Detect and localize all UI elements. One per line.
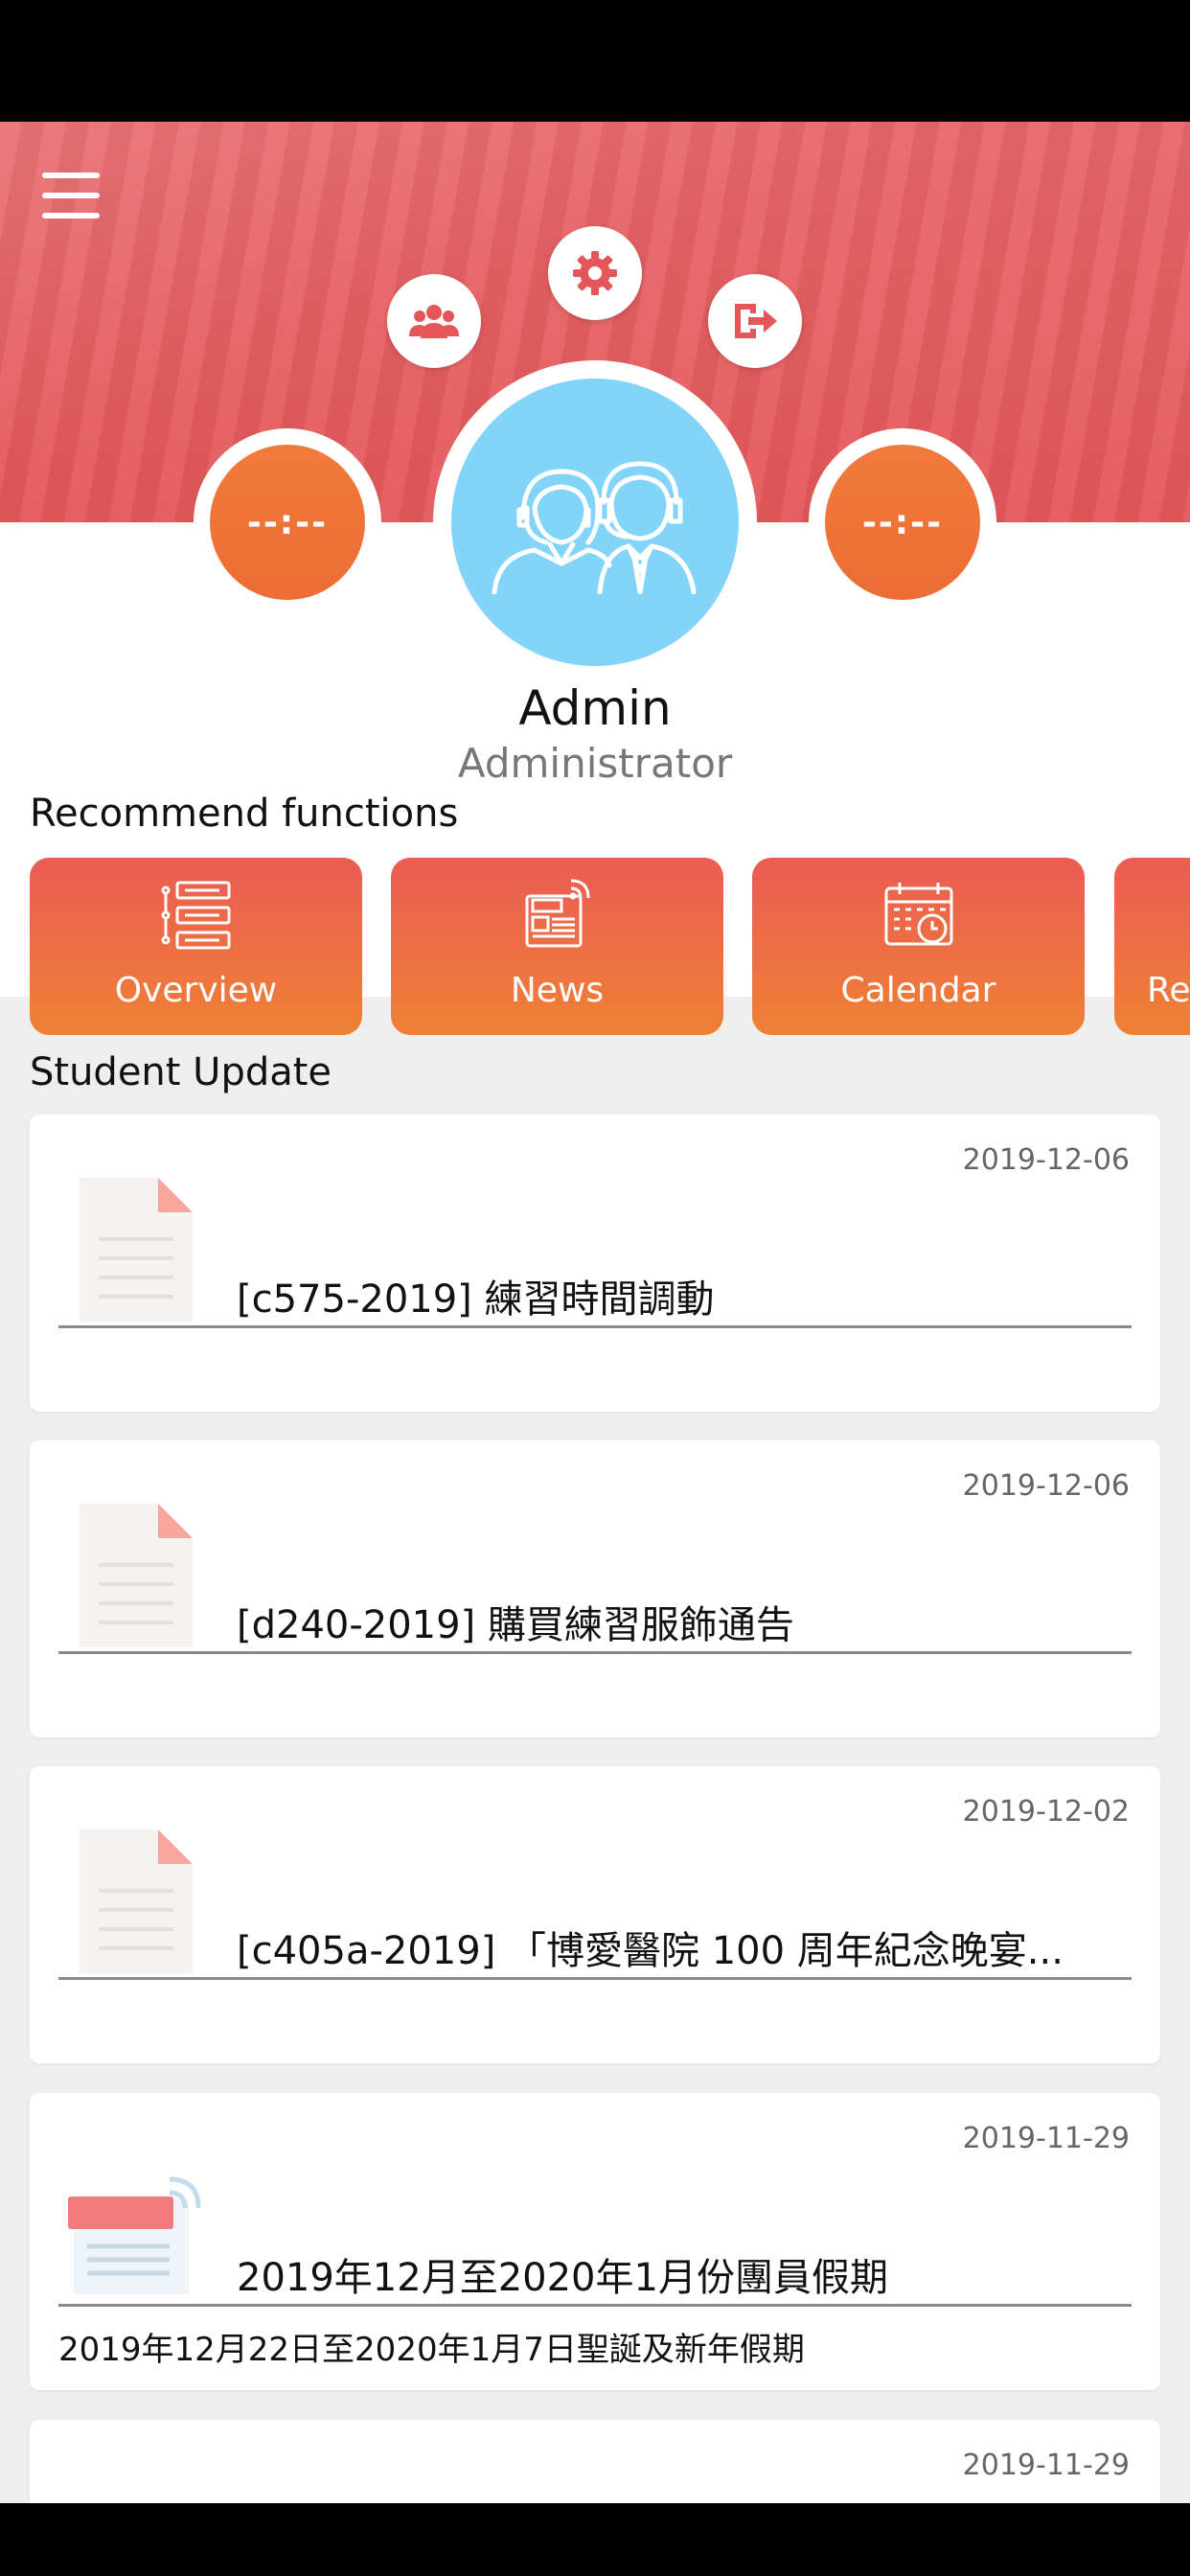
user-role: Administrator [457, 740, 733, 787]
left-time-value: --:-- [210, 445, 365, 600]
update-card[interactable]: 2019-12-02 [c405a-2019] 「博愛醫院 100 周年紀念晚宴… [30, 1766, 1160, 2063]
logout-button[interactable] [708, 274, 802, 368]
bottom-bar [0, 2503, 1190, 2576]
update-card[interactable]: 2019-11-29 2019年12月至2020年1月份團員假期 2019年12… [30, 2093, 1160, 2390]
tile-news-label: News [510, 971, 605, 1010]
left-time-widget: --:-- [194, 428, 381, 616]
tile-partial-label: Re [1147, 971, 1190, 1010]
tile-calendar-label: Calendar [840, 971, 996, 1010]
support-agents-icon [492, 461, 697, 594]
update-title: [c405a-2019] 「博愛醫院 100 周年紀念晚宴... [237, 1929, 1064, 1973]
update-date: 2019-12-02 [962, 1795, 1130, 1828]
groups-button[interactable] [387, 274, 481, 368]
update-card[interactable]: 2019-12-06 [c575-2019] 練習時間調動 [30, 1115, 1160, 1412]
tile-news[interactable]: News [391, 858, 723, 1035]
tile-calendar[interactable]: Calendar [752, 858, 1085, 1035]
divider [58, 2304, 1132, 2307]
tile-partial[interactable]: Re [1114, 858, 1190, 1035]
user-name: Admin [518, 680, 672, 736]
document-icon [80, 1504, 193, 1647]
right-time-value: --:-- [825, 445, 980, 600]
tile-overview-label: Overview [114, 971, 278, 1010]
settings-button[interactable] [548, 226, 642, 320]
update-date: 2019-12-06 [962, 1469, 1130, 1503]
tile-overview[interactable]: Overview [30, 858, 362, 1035]
update-date: 2019-12-06 [962, 1143, 1130, 1177]
document-icon [80, 1178, 193, 1322]
update-date: 2019-11-29 [962, 2449, 1130, 2482]
avatar[interactable] [451, 379, 739, 666]
logout-icon [735, 304, 777, 338]
gear-icon [573, 251, 617, 295]
right-time-widget: --:-- [809, 428, 996, 616]
recommend-functions-title: Recommend functions [30, 792, 459, 836]
update-card[interactable]: 2019-12-06 [d240-2019] 購買練習服飾通告 [30, 1440, 1160, 1737]
document-icon [80, 1829, 193, 1973]
update-body: 2019年12月22日至2020年1月7日聖誕及新年假期 [58, 2331, 805, 2369]
update-title: 2019年12月至2020年1月份團員假期 [237, 2256, 888, 2300]
divider [58, 1325, 1132, 1328]
avatar-frame [433, 360, 757, 684]
users-icon [409, 305, 459, 338]
divider [58, 1651, 1132, 1654]
overview-icon [161, 881, 230, 950]
calendar-icon [884, 883, 952, 946]
hamburger-menu-icon[interactable] [42, 172, 100, 220]
update-title: [c575-2019] 練習時間調動 [237, 1277, 715, 1322]
news-icon [525, 879, 589, 948]
divider [58, 1977, 1132, 1980]
update-title: [d240-2019] 購買練習服飾通告 [237, 1603, 794, 1647]
app-screen: --:-- --:-- Admin Administrator Recommen… [0, 0, 1190, 2576]
status-bar [0, 0, 1190, 122]
update-date: 2019-11-29 [962, 2122, 1130, 2155]
news-icon [68, 2176, 201, 2294]
student-update-title: Student Update [30, 1050, 332, 1094]
